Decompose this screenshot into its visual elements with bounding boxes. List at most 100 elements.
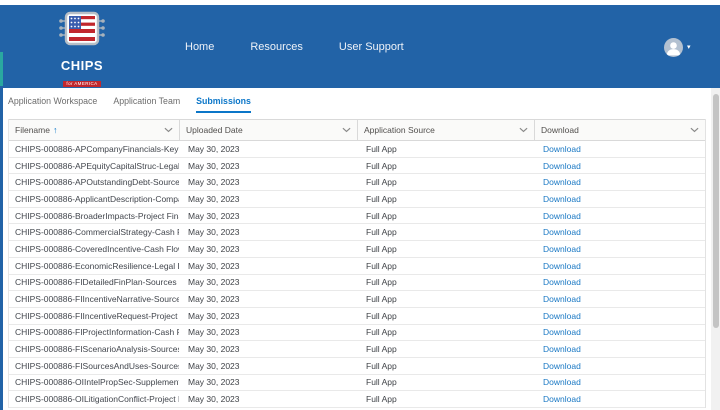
scrollbar-thumb[interactable] <box>712 94 719 328</box>
filename-cell: CHIPS-000886-ApplicantDescription-Compan… <box>15 193 179 204</box>
vertical-scrollbar[interactable] <box>711 88 720 410</box>
filename-cell: CHIPS-000886-CoveredIncentive-Cash Flow … <box>15 243 179 254</box>
tab-application-team[interactable]: Application Team <box>113 96 180 113</box>
download-cell: Download <box>534 327 705 337</box>
brand-tagline: for AMERICA <box>63 81 101 87</box>
uploaded-date-cell: May 30, 2023 <box>188 360 240 371</box>
uploaded-date-cell: May 30, 2023 <box>188 143 240 154</box>
download-link[interactable]: Download <box>543 327 581 337</box>
chevron-down-icon[interactable] <box>690 127 699 133</box>
chevron-down-icon: ▾ <box>687 44 691 51</box>
download-link[interactable]: Download <box>543 377 581 387</box>
download-cell: Download <box>534 294 705 304</box>
download-cell: Download <box>534 261 705 271</box>
table-row: CHIPS-000886-APCompanyFinancials-Key Ass… <box>9 141 705 158</box>
column-header-filename[interactable]: Filename ↑ <box>9 120 179 140</box>
user-menu[interactable]: ▾ <box>664 38 691 57</box>
table-row: CHIPS-000886-OIIntelPropSec-Supplemental… <box>9 374 705 392</box>
uploaded-date-cell: May 30, 2023 <box>188 377 240 388</box>
application-source-cell: Full App <box>366 227 397 238</box>
uploaded-date-cell: May 30, 2023 <box>188 394 240 405</box>
download-cell: Download <box>534 194 705 204</box>
sort-ascending-icon: ↑ <box>52 125 58 135</box>
download-cell: Download <box>534 394 705 404</box>
download-link[interactable]: Download <box>543 227 581 237</box>
download-link[interactable]: Download <box>543 311 581 321</box>
download-link[interactable]: Download <box>543 294 581 304</box>
table-row: CHIPS-000886-OILitigationConflict-Projec… <box>9 391 705 408</box>
download-link[interactable]: Download <box>543 144 581 154</box>
main-nav: Home Resources User Support <box>185 41 404 53</box>
uploaded-date-cell: May 30, 2023 <box>188 227 240 238</box>
tab-bar: Application Workspace Application Team S… <box>8 96 251 113</box>
download-cell: Download <box>534 244 705 254</box>
download-link[interactable]: Download <box>543 344 581 354</box>
filename-cell: CHIPS-000886-FIIncentiveRequest-Project … <box>15 310 179 321</box>
filename-cell: CHIPS-000886-FIScenarioAnalysis-Sources … <box>15 344 179 355</box>
table-row: CHIPS-000886-FIIncentiveRequest-Project … <box>9 307 705 325</box>
tab-submissions[interactable]: Submissions <box>196 96 251 113</box>
chips-logo[interactable]: CHIPS for AMERICA <box>56 11 108 90</box>
download-link[interactable]: Download <box>543 244 581 254</box>
table-row: CHIPS-000886-ApplicantDescription-Compan… <box>9 191 705 208</box>
download-link[interactable]: Download <box>543 194 581 204</box>
download-cell: Download <box>534 177 705 187</box>
chevron-down-icon[interactable] <box>164 127 173 133</box>
filename-cell: CHIPS-000886-FIProjectInformation-Cash F… <box>15 327 179 338</box>
application-source-cell: Full App <box>366 160 397 171</box>
table-row: CHIPS-000886-BroaderImpacts-Project Fina… <box>9 207 705 225</box>
application-source-cell: Full App <box>366 210 397 221</box>
application-source-cell: Full App <box>366 394 397 405</box>
application-source-cell: Full App <box>366 360 397 371</box>
table-row: CHIPS-000886-CoveredIncentive-Cash Flow … <box>9 241 705 258</box>
uploaded-date-cell: May 30, 2023 <box>188 327 240 338</box>
nav-home[interactable]: Home <box>185 41 214 53</box>
submissions-table: Filename ↑ Uploaded Date Application Sou… <box>8 119 706 408</box>
download-cell: Download <box>534 361 705 371</box>
user-avatar-icon <box>664 38 683 57</box>
application-source-cell: Full App <box>366 260 397 271</box>
column-header-uploaded-date[interactable]: Uploaded Date <box>179 120 357 140</box>
chevron-down-icon[interactable] <box>342 127 351 133</box>
table-header-row: Filename ↑ Uploaded Date Application Sou… <box>9 119 705 141</box>
download-link[interactable]: Download <box>543 361 581 371</box>
uploaded-date-cell: May 30, 2023 <box>188 160 240 171</box>
download-link[interactable]: Download <box>543 177 581 187</box>
filename-cell: CHIPS-000886-APEquityCapitalStruc-Legal … <box>15 160 179 171</box>
table-row: CHIPS-000886-APOutstandingDebt-Sources a… <box>9 174 705 192</box>
download-link[interactable]: Download <box>543 277 581 287</box>
nav-resources[interactable]: Resources <box>250 41 303 53</box>
nav-user-support[interactable]: User Support <box>339 41 404 53</box>
uploaded-date-cell: May 30, 2023 <box>188 210 240 221</box>
filename-cell: CHIPS-000886-APOutstandingDebt-Sources a… <box>15 177 179 188</box>
table-row: CHIPS-000886-FIDetailedFinPlan-Sources a… <box>9 274 705 292</box>
tab-application-workspace[interactable]: Application Workspace <box>8 96 97 113</box>
application-source-cell: Full App <box>366 243 397 254</box>
filename-cell: CHIPS-000886-APCompanyFinancials-Key Ass… <box>15 143 179 154</box>
download-cell: Download <box>534 377 705 387</box>
download-link[interactable]: Download <box>543 394 581 404</box>
application-source-cell: Full App <box>366 294 397 305</box>
application-source-cell: Full App <box>366 277 397 288</box>
filename-cell: CHIPS-000886-FIDetailedFinPlan-Sources a… <box>15 277 179 288</box>
application-source-cell: Full App <box>366 177 397 188</box>
chevron-down-icon[interactable] <box>519 127 528 133</box>
download-link[interactable]: Download <box>543 261 581 271</box>
table-row: CHIPS-000886-APEquityCapitalStruc-Legal … <box>9 157 705 175</box>
filename-cell: CHIPS-000886-FISourcesAndUses-Sources an… <box>15 360 179 371</box>
download-cell: Download <box>534 144 705 154</box>
uploaded-date-cell: May 30, 2023 <box>188 294 240 305</box>
table-row: CHIPS-000886-FIScenarioAnalysis-Sources … <box>9 341 705 358</box>
filename-cell: CHIPS-000886-EconomicResilience-Legal En… <box>15 260 179 271</box>
download-link[interactable]: Download <box>543 161 581 171</box>
column-header-application-source[interactable]: Application Source <box>357 120 534 140</box>
table-row: CHIPS-000886-CommercialStrategy-Cash Flo… <box>9 224 705 242</box>
filename-cell: CHIPS-000886-CommercialStrategy-Cash Flo… <box>15 227 179 238</box>
filename-cell: CHIPS-000886-FIIncentiveNarrative-Source… <box>15 294 179 305</box>
download-cell: Download <box>534 161 705 171</box>
filename-cell: CHIPS-000886-BroaderImpacts-Project Fina… <box>15 210 179 221</box>
brand-name: CHIPS <box>60 58 104 73</box>
application-source-cell: Full App <box>366 377 397 388</box>
column-header-download[interactable]: Download <box>534 120 705 140</box>
download-link[interactable]: Download <box>543 211 581 221</box>
